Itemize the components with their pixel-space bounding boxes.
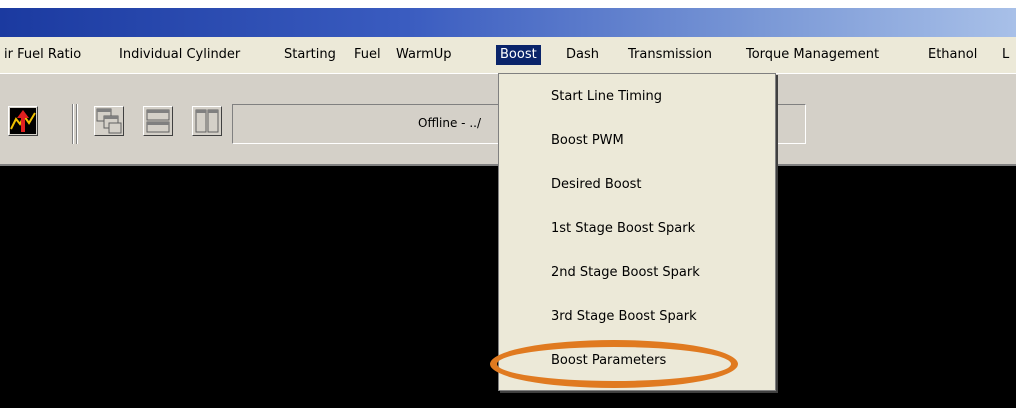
- menu-item-start-line-timing[interactable]: Start Line Timing: [499, 82, 775, 112]
- menu-item-2nd-stage-boost-spark[interactable]: 2nd Stage Boost Spark: [499, 258, 775, 288]
- menu-fuel[interactable]: Fuel: [350, 45, 385, 65]
- menu-warmup[interactable]: WarmUp: [392, 45, 456, 65]
- tile-horizontal-icon[interactable]: [143, 106, 173, 136]
- menu-item-1st-stage-boost-spark[interactable]: 1st Stage Boost Spark: [499, 214, 775, 244]
- menu-overflow-item[interactable]: L: [998, 45, 1013, 65]
- cascade-windows-graphic: [96, 108, 122, 134]
- tile-vertical-icon[interactable]: [192, 106, 222, 136]
- menu-item-boost-pwm[interactable]: Boost PWM: [499, 126, 775, 156]
- menu-starting[interactable]: Starting: [280, 45, 340, 65]
- app-window: ir Fuel Ratio Individual Cylinder Starti…: [0, 0, 1016, 408]
- title-bar[interactable]: [0, 8, 1016, 37]
- tile-vertical-graphic: [195, 109, 219, 133]
- menu-torque-management[interactable]: Torque Management: [742, 45, 883, 65]
- menu-item-desired-boost[interactable]: Desired Boost: [499, 170, 775, 200]
- menu-ethanol[interactable]: Ethanol: [924, 45, 981, 65]
- menu-air-fuel-ratio[interactable]: ir Fuel Ratio: [0, 45, 85, 65]
- tune-graph-icon[interactable]: [8, 106, 38, 136]
- menu-transmission[interactable]: Transmission: [624, 45, 716, 65]
- menu-item-3rd-stage-boost-spark[interactable]: 3rd Stage Boost Spark: [499, 302, 775, 332]
- toolbar-separator: [72, 104, 74, 144]
- tune-graph-graphic: [10, 108, 36, 134]
- menu-boost[interactable]: Boost: [496, 45, 541, 65]
- toolbar-separator: [76, 104, 78, 144]
- menu-dash[interactable]: Dash: [562, 45, 603, 65]
- menu-individual-cylinder[interactable]: Individual Cylinder: [115, 45, 244, 65]
- tile-horizontal-graphic: [146, 109, 170, 133]
- connection-status-text: Offline - ../: [418, 116, 481, 130]
- menu-bar: ir Fuel Ratio Individual Cylinder Starti…: [0, 37, 1016, 73]
- boost-dropdown-menu: Start Line Timing Boost PWM Desired Boos…: [498, 73, 776, 391]
- cascade-windows-icon[interactable]: [94, 106, 124, 136]
- menu-item-boost-parameters[interactable]: Boost Parameters: [499, 346, 775, 376]
